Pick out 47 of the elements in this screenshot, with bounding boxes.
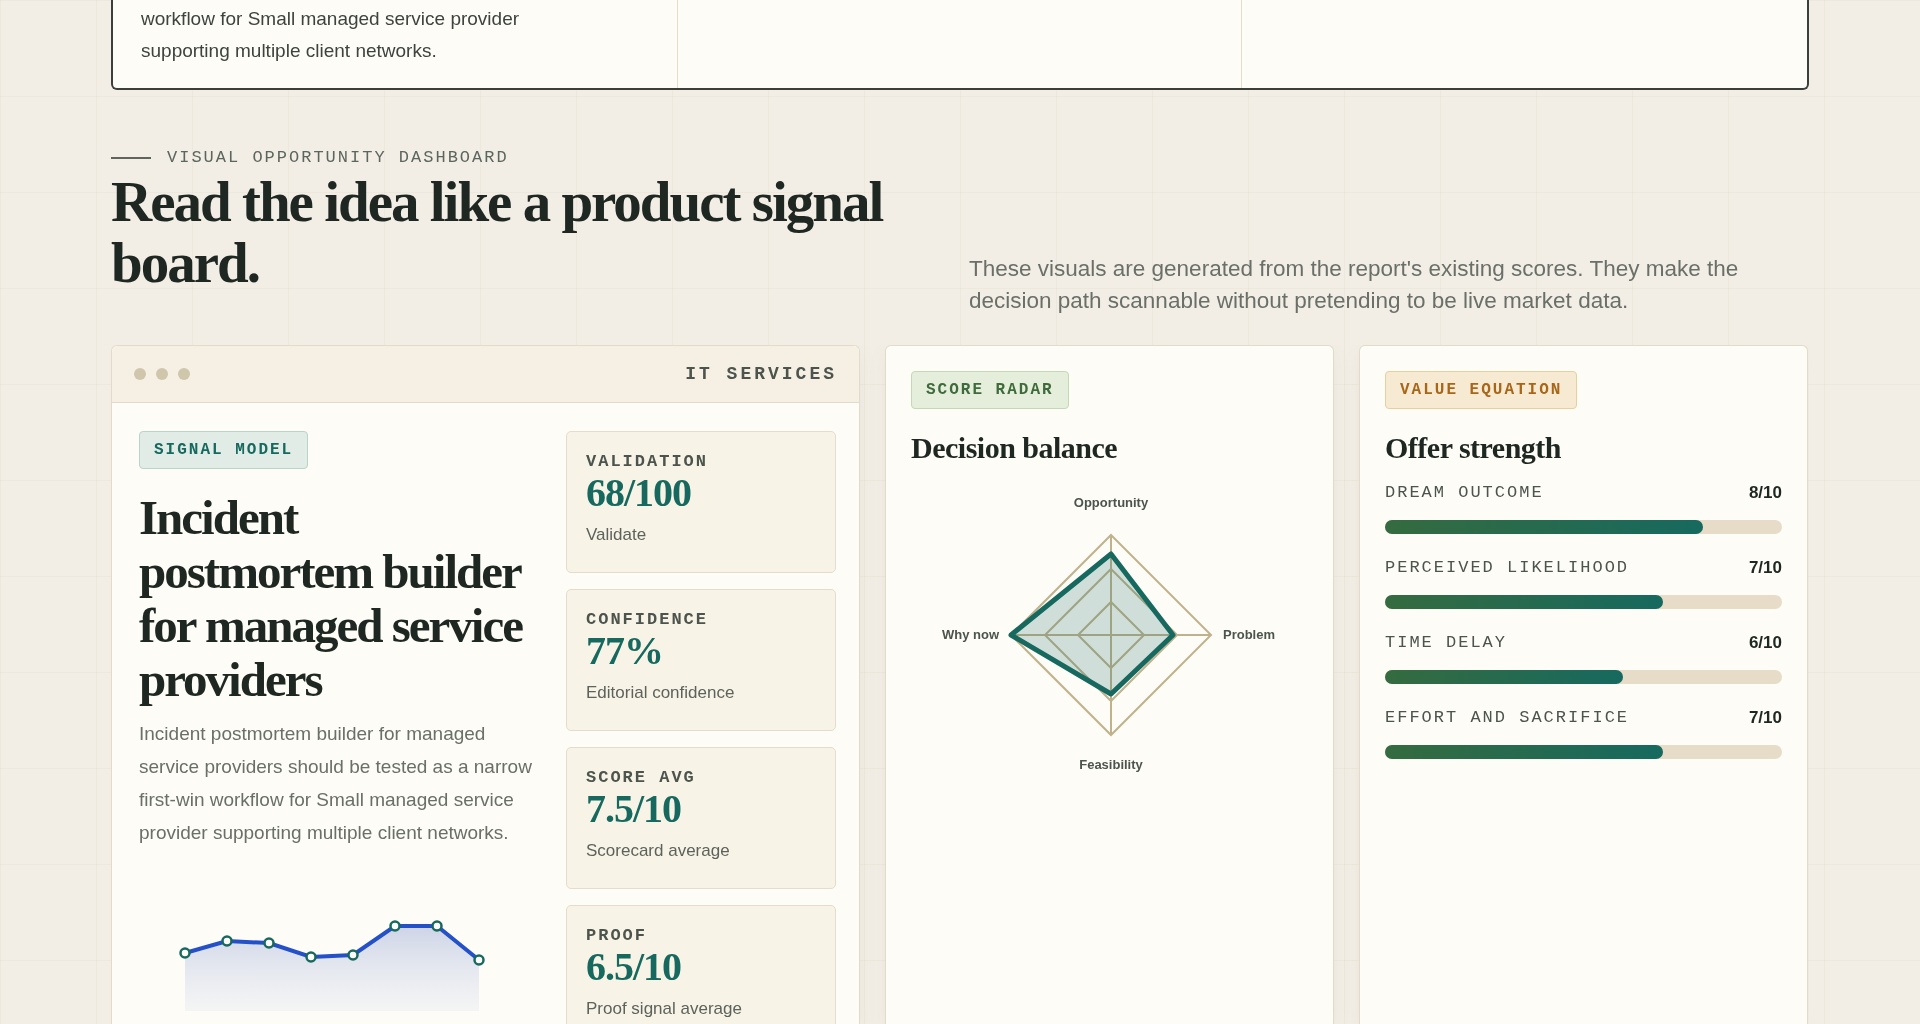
bar-label: EFFORT AND SACRIFICE [1385,708,1630,728]
bar-label: TIME DELAY [1385,633,1508,653]
window-dot-icon [178,368,190,380]
axis-label: Opportunity [1073,495,1149,510]
bar-label: DREAM OUTCOME [1385,483,1544,503]
axis-label: Problem [1223,627,1275,642]
metric-label: VALIDATION [586,452,709,471]
metric-label: SCORE AVG [586,768,696,787]
sparkline-point [263,937,275,949]
window-dot-icon [134,368,146,380]
metric-value: 77% [586,629,663,673]
metric-label: CONFIDENCE [586,610,709,629]
category-label: IT SERVICES [685,364,837,384]
metric-caption: Scorecard average [586,841,730,861]
signal-model-badge: SIGNAL MODEL [139,431,309,469]
metric-caption: Editorial confidence [586,683,735,703]
section-heading: Read the idea like a product signal board. [111,171,884,296]
summary-text: workflow for Small managed service provider supporting multiple client networks. [141,7,521,63]
sparkline-point [431,920,443,932]
metric-label: PROOF [586,926,647,945]
bar-label: PERCEIVED LIKELIHOOD [1385,558,1630,578]
sparkline-point [473,954,485,966]
sparkline-point [347,949,359,961]
metric-value: 7.5/10 [586,787,682,831]
axis-label: Feasibility [1079,757,1143,772]
bar-reading: 6/10 [1748,633,1782,653]
bar-reading: 7/10 [1748,558,1782,578]
score-radar-badge: SCORE RADAR [911,371,1069,409]
sparkline-point [389,920,401,932]
bar-reading: 7/10 [1748,708,1782,728]
metric-caption: Proof signal average [586,999,742,1019]
sparkline-point [305,951,317,963]
window-dot-icon [156,368,168,380]
bar-reading: 8/10 [1748,483,1782,503]
idea-title: Incident postmortem builder for managed service providers [139,491,524,707]
section-eyebrow: VISUAL OPPORTUNITY DASHBOARD [167,148,509,167]
sparkline-point [179,947,191,959]
metric-value: 6.5/10 [586,945,682,989]
metric-caption: Validate [586,525,647,545]
metric-value: 68/100 [586,471,692,515]
axis-label: Why now [941,627,999,642]
sparkline-point [221,935,233,947]
value-equation-badge: VALUE EQUATION [1385,371,1578,409]
card-title: Decision balance [911,431,1118,465]
section-description: These visuals are generated from the report's existing scores. They make the decision path scannable without pretending to be live market data. [969,255,1740,315]
idea-description: Incident postmortem builder for managed service providers should be tested as a narrow first-win workflow for Small managed service provider supporting multiple client networks. [139,722,533,845]
card-title: Offer strength [1385,431,1562,465]
